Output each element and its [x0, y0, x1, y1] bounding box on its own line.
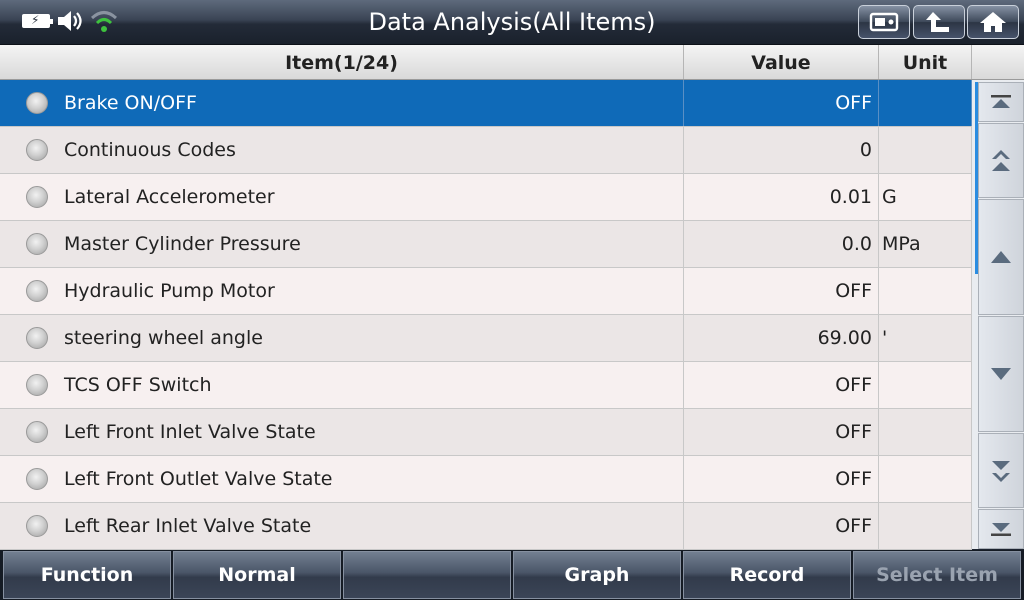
- scroll-header: [972, 45, 1024, 80]
- radio-icon[interactable]: [26, 515, 48, 537]
- record-button[interactable]: Record: [683, 551, 851, 599]
- scroll-bottom-button[interactable]: [978, 509, 1024, 549]
- radio-icon[interactable]: [26, 327, 48, 349]
- scroll-to-bottom-icon: [991, 523, 1011, 536]
- normal-button[interactable]: Normal: [173, 551, 341, 599]
- item-name: Left Front Outlet Valve State: [64, 468, 333, 490]
- scroll-top-button[interactable]: [978, 82, 1024, 122]
- chevron-down-icon: [991, 368, 1011, 380]
- column-header-value[interactable]: Value: [684, 45, 879, 79]
- page-up-button[interactable]: [978, 123, 1024, 198]
- back-arrow-icon: [926, 12, 949, 32]
- item-cell: Continuous Codes: [0, 127, 684, 173]
- radio-icon[interactable]: [26, 139, 48, 161]
- unit-cell: [879, 362, 972, 408]
- item-name: steering wheel angle: [64, 327, 263, 349]
- unit-cell: ': [879, 315, 972, 361]
- radio-icon[interactable]: [26, 233, 48, 255]
- data-table: Item(1/24) Value Unit Brake ON/OFF OFF Con…: [0, 45, 972, 550]
- empty-button[interactable]: [343, 551, 511, 599]
- table-row[interactable]: Master Cylinder Pressure 0.0 MPa: [0, 221, 972, 268]
- radio-icon[interactable]: [26, 92, 48, 114]
- column-header-unit[interactable]: Unit: [879, 45, 972, 79]
- value-cell: OFF: [684, 80, 879, 126]
- radio-icon[interactable]: [26, 421, 48, 443]
- value-cell: 0: [684, 127, 879, 173]
- unit-cell: [879, 409, 972, 455]
- home-icon: [980, 12, 1006, 32]
- item-name: Continuous Codes: [64, 139, 236, 161]
- unit-cell: [879, 80, 972, 126]
- value-cell: 69.00: [684, 315, 879, 361]
- value-cell: 0.0: [684, 221, 879, 267]
- table-row[interactable]: Lateral Accelerometer 0.01 G: [0, 174, 972, 221]
- unit-cell: [879, 456, 972, 502]
- radio-icon[interactable]: [26, 374, 48, 396]
- value-cell: 0.01: [684, 174, 879, 220]
- function-button[interactable]: Function: [3, 551, 171, 599]
- item-name: Master Cylinder Pressure: [64, 233, 301, 255]
- item-name: Left Front Inlet Valve State: [64, 421, 316, 443]
- table-row[interactable]: Brake ON/OFF OFF: [0, 80, 972, 127]
- item-cell: TCS OFF Switch: [0, 362, 684, 408]
- table-header: Item(1/24) Value Unit: [0, 45, 972, 80]
- screenshot-icon: [869, 12, 899, 32]
- item-cell: Brake ON/OFF: [0, 80, 684, 126]
- item-name: Brake ON/OFF: [64, 92, 197, 114]
- item-cell: Left Rear Inlet Valve State: [0, 503, 684, 549]
- value-cell: OFF: [684, 409, 879, 455]
- radio-icon[interactable]: [26, 186, 48, 208]
- column-header-item[interactable]: Item(1/24): [0, 45, 684, 79]
- select-item-button: Select Item: [853, 551, 1021, 599]
- scroll-to-top-icon: [991, 95, 1011, 108]
- table-row[interactable]: Hydraulic Pump Motor OFF: [0, 268, 972, 315]
- item-name: Left Rear Inlet Valve State: [64, 515, 312, 537]
- unit-cell: [879, 127, 972, 173]
- item-cell: Lateral Accelerometer: [0, 174, 684, 220]
- back-button[interactable]: [913, 5, 965, 39]
- unit-cell: [879, 503, 972, 549]
- radio-icon[interactable]: [26, 468, 48, 490]
- graph-button[interactable]: Graph: [513, 551, 681, 599]
- item-name: Hydraulic Pump Motor: [64, 280, 275, 302]
- item-name: Lateral Accelerometer: [64, 186, 275, 208]
- table-row[interactable]: Continuous Codes 0: [0, 127, 972, 174]
- table-row[interactable]: Left Rear Inlet Valve State OFF: [0, 503, 972, 550]
- item-cell: Master Cylinder Pressure: [0, 221, 684, 267]
- value-cell: OFF: [684, 456, 879, 502]
- screenshot-button[interactable]: [858, 5, 910, 39]
- unit-cell: MPa: [879, 221, 972, 267]
- radio-icon[interactable]: [26, 280, 48, 302]
- value-cell: OFF: [684, 268, 879, 314]
- item-cell: Left Front Inlet Valve State: [0, 409, 684, 455]
- table-row[interactable]: TCS OFF Switch OFF: [0, 362, 972, 409]
- table-row[interactable]: Left Front Outlet Valve State OFF: [0, 456, 972, 503]
- double-chevron-down-icon: [992, 460, 1010, 482]
- table-row[interactable]: steering wheel angle 69.00 ': [0, 315, 972, 362]
- scroll-up-button[interactable]: [978, 199, 1024, 315]
- item-cell: Hydraulic Pump Motor: [0, 268, 684, 314]
- unit-cell: G: [879, 174, 972, 220]
- bottom-toolbar: Function Normal Graph Record Select Item: [0, 550, 1024, 600]
- double-chevron-up-icon: [992, 149, 1010, 171]
- chevron-up-icon: [991, 251, 1011, 263]
- page-down-button[interactable]: [978, 433, 1024, 508]
- item-cell: Left Front Outlet Valve State: [0, 456, 684, 502]
- scroll-down-button[interactable]: [978, 316, 1024, 432]
- value-cell: OFF: [684, 362, 879, 408]
- item-name: TCS OFF Switch: [64, 374, 212, 396]
- unit-cell: [879, 268, 972, 314]
- item-cell: steering wheel angle: [0, 315, 684, 361]
- table-row[interactable]: Left Front Inlet Valve State OFF: [0, 409, 972, 456]
- home-button[interactable]: [967, 5, 1019, 39]
- value-cell: OFF: [684, 503, 879, 549]
